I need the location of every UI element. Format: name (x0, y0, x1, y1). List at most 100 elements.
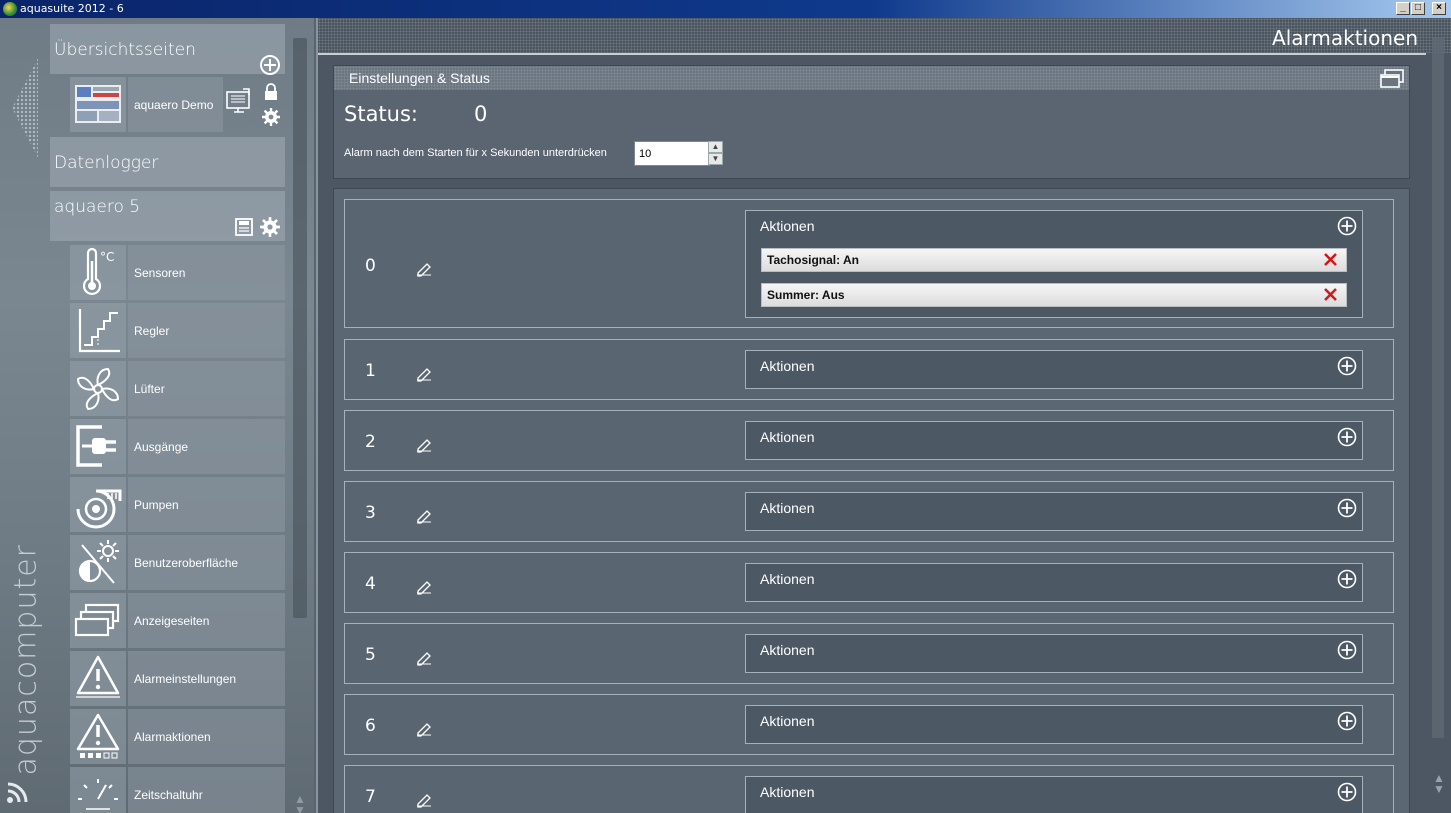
maximize-button[interactable]: □ (1411, 2, 1425, 15)
close-button[interactable]: × (1432, 2, 1446, 15)
save-icon[interactable] (234, 217, 254, 237)
sidebar-item-thumb (70, 303, 126, 358)
action-label: Summer: Aus (767, 288, 845, 302)
alarm-row-4: 4 Aktionen (344, 552, 1394, 613)
add-action-icon[interactable] (1337, 427, 1357, 447)
edit-pencil-icon[interactable] (415, 261, 433, 277)
brightness-icon (78, 540, 119, 584)
add-action-icon[interactable] (1337, 640, 1357, 660)
sidebar: aquacomputer Übersichtsseiten aquaero De… (0, 18, 314, 813)
fan-icon (76, 367, 120, 411)
sidebar-item-alarmeinstellungen[interactable]: Alarmeinstellungen (70, 651, 285, 706)
sidebar-scroll-thumb[interactable] (293, 38, 307, 618)
sidebar-item-luefter[interactable]: Lüfter (70, 361, 285, 416)
datalogger-title: Datenlogger (54, 153, 159, 173)
edit-pencil-icon[interactable] (415, 508, 433, 524)
sidebar-item-thumb (70, 419, 126, 474)
gear-icon[interactable] (261, 107, 281, 127)
sidebar-item-label: Lüfter (134, 382, 165, 396)
actions-box: Aktionen (745, 776, 1363, 813)
sidebar-item-ausgaenge[interactable]: Ausgänge (70, 419, 285, 474)
actions-title: Aktionen (760, 784, 815, 800)
sidebar-item-anzeigeseiten[interactable]: Anzeigeseiten (70, 593, 285, 648)
stepper-down-icon[interactable]: ▼ (708, 153, 723, 165)
sidebar-item-label-box: Regler (128, 303, 285, 358)
add-action-icon[interactable] (1337, 216, 1357, 236)
main-scroll-arrows-icon[interactable]: ▲ ▼ (1433, 772, 1445, 795)
sidebar-item-label: Pumpen (134, 498, 179, 512)
actions-box: Aktionen (745, 705, 1363, 744)
sidebar-item-sensoren[interactable]: °C Sensoren (70, 245, 285, 300)
sidebar-item-alarmaktionen[interactable]: Alarmaktionen (70, 709, 285, 764)
alarm-number: 6 (365, 716, 376, 736)
actions-title: Aktionen (760, 218, 815, 234)
overview-pages-section[interactable]: Übersichtsseiten (50, 24, 285, 76)
sidebar-item-label: Anzeigeseiten (134, 614, 210, 628)
edit-pencil-icon[interactable] (415, 437, 433, 453)
sidebar-item-label-box: Zeitschaltuhr (128, 767, 285, 813)
actions-box: Aktionen (745, 350, 1363, 389)
main-scrollbar[interactable]: ▲ ▼ (1429, 18, 1449, 813)
actions-box: Aktionen (745, 634, 1363, 673)
datalogger-section[interactable]: Datenlogger (50, 137, 285, 187)
lock-icon[interactable] (263, 82, 279, 102)
app-icon (3, 2, 17, 16)
action-item[interactable]: Summer: Aus (761, 283, 1347, 307)
sidebar-scrollbar[interactable]: ▲ ▼ (291, 38, 309, 813)
overview-item-aquaero-demo[interactable]: aquaero Demo (70, 77, 285, 132)
remove-action-icon[interactable] (1323, 252, 1338, 267)
sidebar-item-label-box: Benutzeroberfläche (128, 535, 285, 590)
add-action-icon[interactable] (1337, 498, 1357, 518)
sidebar-item-label: Ausgänge (134, 440, 189, 454)
alarm-row-1: 1 Aktionen (344, 339, 1394, 400)
section-title: Einstellungen & Status (349, 70, 490, 86)
alarm-number: 7 (365, 787, 376, 807)
device-title: aquaero 5 (54, 197, 141, 217)
edit-pencil-icon[interactable] (415, 366, 433, 382)
plug-icon (76, 425, 116, 467)
sidebar-item-label-box: Lüfter (128, 361, 285, 416)
add-action-icon[interactable] (1337, 782, 1357, 802)
actions-title: Aktionen (760, 429, 815, 445)
edit-pencil-icon[interactable] (415, 579, 433, 595)
minimize-button[interactable]: _ (1396, 2, 1410, 15)
alarm-number: 4 (365, 574, 376, 594)
add-action-icon[interactable] (1337, 711, 1357, 731)
main-scroll-thumb[interactable] (1432, 38, 1444, 738)
sidebar-item-zeitschaltuhr[interactable]: Zeitschaltuhr (70, 767, 285, 813)
sidebar-item-thumb (70, 535, 126, 590)
remove-action-icon[interactable] (1323, 287, 1338, 302)
stepper-up-icon[interactable]: ▲ (708, 141, 723, 153)
sidebar-item-benutzeroberflaeche[interactable]: Benutzeroberfläche (70, 535, 285, 590)
actions-title: Aktionen (760, 642, 815, 658)
suppress-label: Alarm nach dem Starten für x Sekunden un… (344, 147, 607, 159)
sidebar-item-pumpen[interactable]: Pumpen (70, 477, 285, 532)
section-header: Einstellungen & Status (334, 66, 1409, 90)
add-action-icon[interactable] (1337, 569, 1357, 589)
monitor-icon[interactable] (225, 87, 255, 117)
rss-icon[interactable] (4, 778, 32, 806)
gear-icon[interactable] (259, 216, 281, 238)
edit-pencil-icon[interactable] (415, 650, 433, 666)
edit-pencil-icon[interactable] (415, 721, 433, 737)
sidebar-scroll-arrows-icon[interactable]: ▲ ▼ (294, 793, 306, 813)
alarm-number: 1 (365, 361, 376, 381)
device-section[interactable]: aquaero 5 (50, 191, 285, 241)
add-page-icon[interactable] (259, 54, 281, 76)
alarm-warning-icon (76, 655, 120, 698)
add-action-icon[interactable] (1337, 356, 1357, 376)
window-toggle-icon[interactable] (1379, 68, 1405, 90)
sidebar-item-label: Benutzeroberfläche (134, 556, 239, 570)
alarm-actions-icon (76, 713, 120, 759)
sidebar-item-thumb (70, 593, 126, 648)
sidebar-item-label: Alarmeinstellungen (134, 672, 237, 686)
action-item[interactable]: Tachosignal: An (761, 248, 1347, 272)
suppress-seconds-input[interactable] (634, 141, 710, 166)
actions-title: Aktionen (760, 500, 815, 516)
suppress-seconds-stepper[interactable]: ▲ ▼ (634, 141, 724, 166)
sidebar-item-label: Regler (134, 324, 170, 338)
edit-pencil-icon[interactable] (415, 792, 433, 808)
collapse-arrow-icon[interactable] (12, 58, 38, 158)
alarm-row-7: 7 Aktionen (344, 765, 1394, 813)
sidebar-item-regler[interactable]: Regler (70, 303, 285, 358)
